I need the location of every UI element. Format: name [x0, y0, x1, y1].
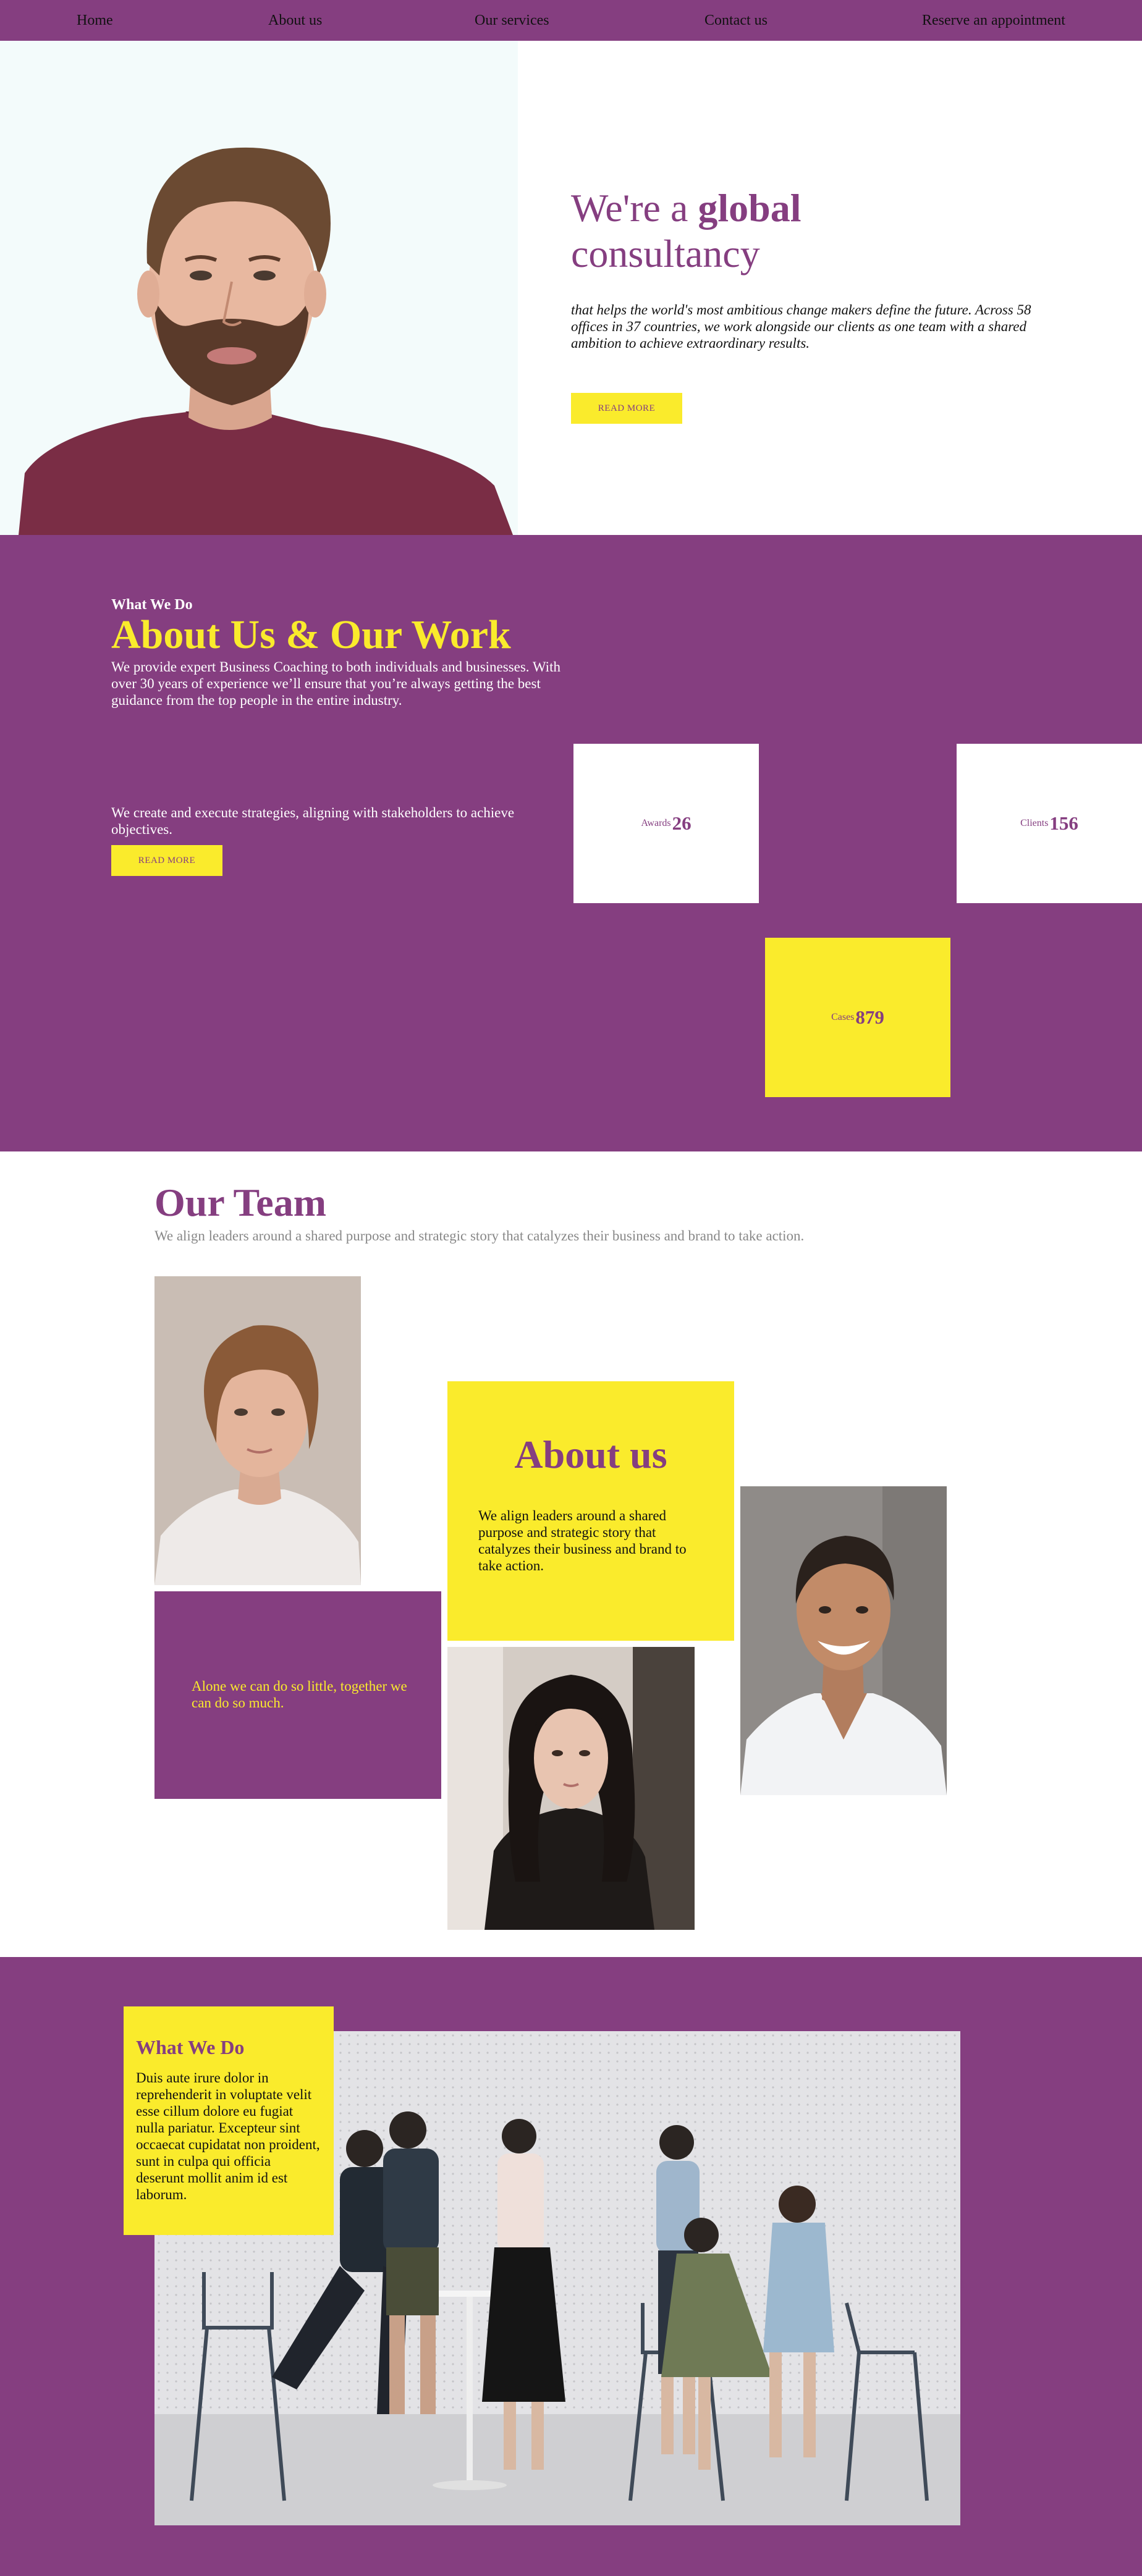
stat-label: Clients — [1020, 818, 1049, 828]
nav-contact-us-link[interactable]: Contact us — [704, 0, 768, 41]
nav-home-link[interactable]: Home — [77, 0, 113, 41]
hero-read-more-button[interactable]: READ MORE — [571, 393, 682, 424]
stat-label: Cases — [831, 1012, 855, 1022]
work-read-more-button[interactable]: READ MORE — [111, 845, 222, 876]
team-section-subtitle: We align leaders around a shared purpose… — [154, 1228, 805, 1244]
stat-label: Awards — [641, 818, 671, 828]
hero-title-suffix: consultancy — [571, 232, 760, 276]
nav-about-us-link[interactable]: About us — [268, 0, 322, 41]
stat-value: 156 — [1049, 812, 1078, 834]
team-member-photo-curly-hair — [154, 1276, 361, 1585]
hero-title-emphasis: global — [698, 186, 802, 230]
nav-reserve-appointment-link[interactable]: Reserve an appointment — [922, 0, 1065, 41]
hero-portrait-photo — [0, 41, 518, 535]
about-us-card-title: About us — [514, 1433, 667, 1476]
team-member-photo-woman — [447, 1647, 695, 1930]
about-us-card-text: We align leaders around a shared purpose… — [478, 1508, 687, 1573]
stat-card-awards: Awards 26 — [573, 744, 759, 903]
work-section-kicker: What We Do — [111, 597, 193, 613]
stat-card-cases: Cases 879 — [765, 938, 950, 1097]
team-section-title: Our Team — [154, 1181, 326, 1224]
nav-our-services-link[interactable]: Our services — [475, 0, 549, 41]
stat-card-clients: Clients 156 — [957, 744, 1142, 903]
work-section-title: About Us & Our Work — [111, 612, 511, 657]
what-we-do-card-title: What We Do — [136, 2036, 245, 2058]
hero-title-prefix: We're a — [571, 186, 698, 230]
team-quote-text: Alone we can do so little, together we c… — [192, 1678, 407, 1711]
work-intro-paragraph: We provide expert Business Coaching to b… — [111, 659, 560, 708]
what-we-do-card-text: Duis aute irure dolor in reprehenderit i… — [136, 2070, 320, 2202]
hero-title: We're a global consultancy — [571, 185, 1004, 277]
work-strategy-paragraph: We create and execute strategies, aligni… — [111, 805, 515, 837]
team-member-photo-smiling-man — [740, 1486, 947, 1795]
stat-value: 879 — [855, 1006, 884, 1028]
hero-subtitle: that helps the world's most ambitious ch… — [571, 302, 1031, 351]
stat-value: 26 — [672, 812, 692, 834]
top-navigation-bar: Home About us Our services Contact us Re… — [0, 0, 1142, 41]
